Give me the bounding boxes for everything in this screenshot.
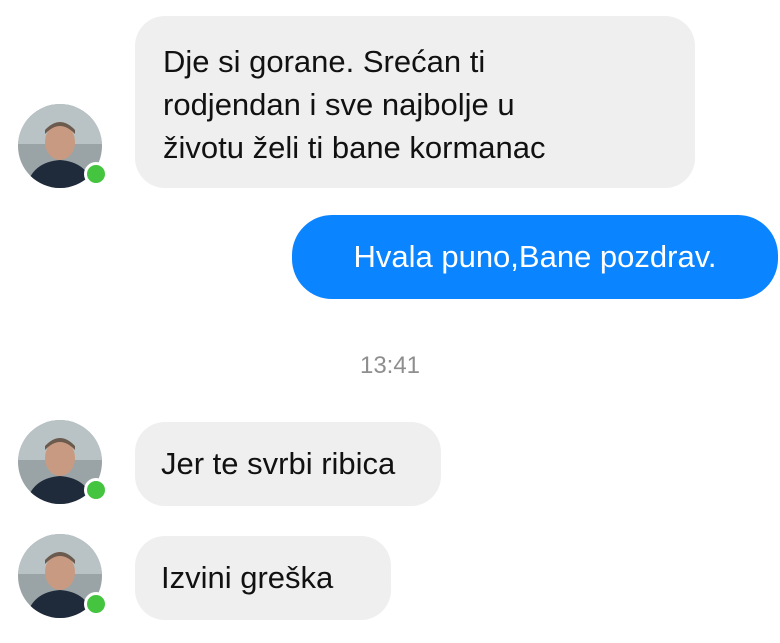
contact-avatar[interactable] (18, 420, 108, 504)
online-status-indicator (84, 478, 108, 502)
online-status-indicator (84, 592, 108, 616)
message-bubble-incoming[interactable]: Dje si gorane. Srećan ti rodjendan i sve… (135, 16, 695, 188)
message-bubble-incoming[interactable]: Izvini greška (135, 536, 391, 620)
message-timestamp: 13:41 (359, 352, 421, 379)
message-bubble-incoming[interactable]: Jer te svrbi ribica (135, 422, 441, 506)
contact-avatar[interactable] (18, 104, 108, 188)
message-bubble-outgoing[interactable]: Hvala puno,Bane pozdrav. (292, 215, 778, 299)
contact-avatar[interactable] (18, 534, 108, 618)
online-status-indicator (84, 162, 108, 186)
chat-thread: Dje si gorane. Srećan ti rodjendan i sve… (0, 0, 780, 643)
